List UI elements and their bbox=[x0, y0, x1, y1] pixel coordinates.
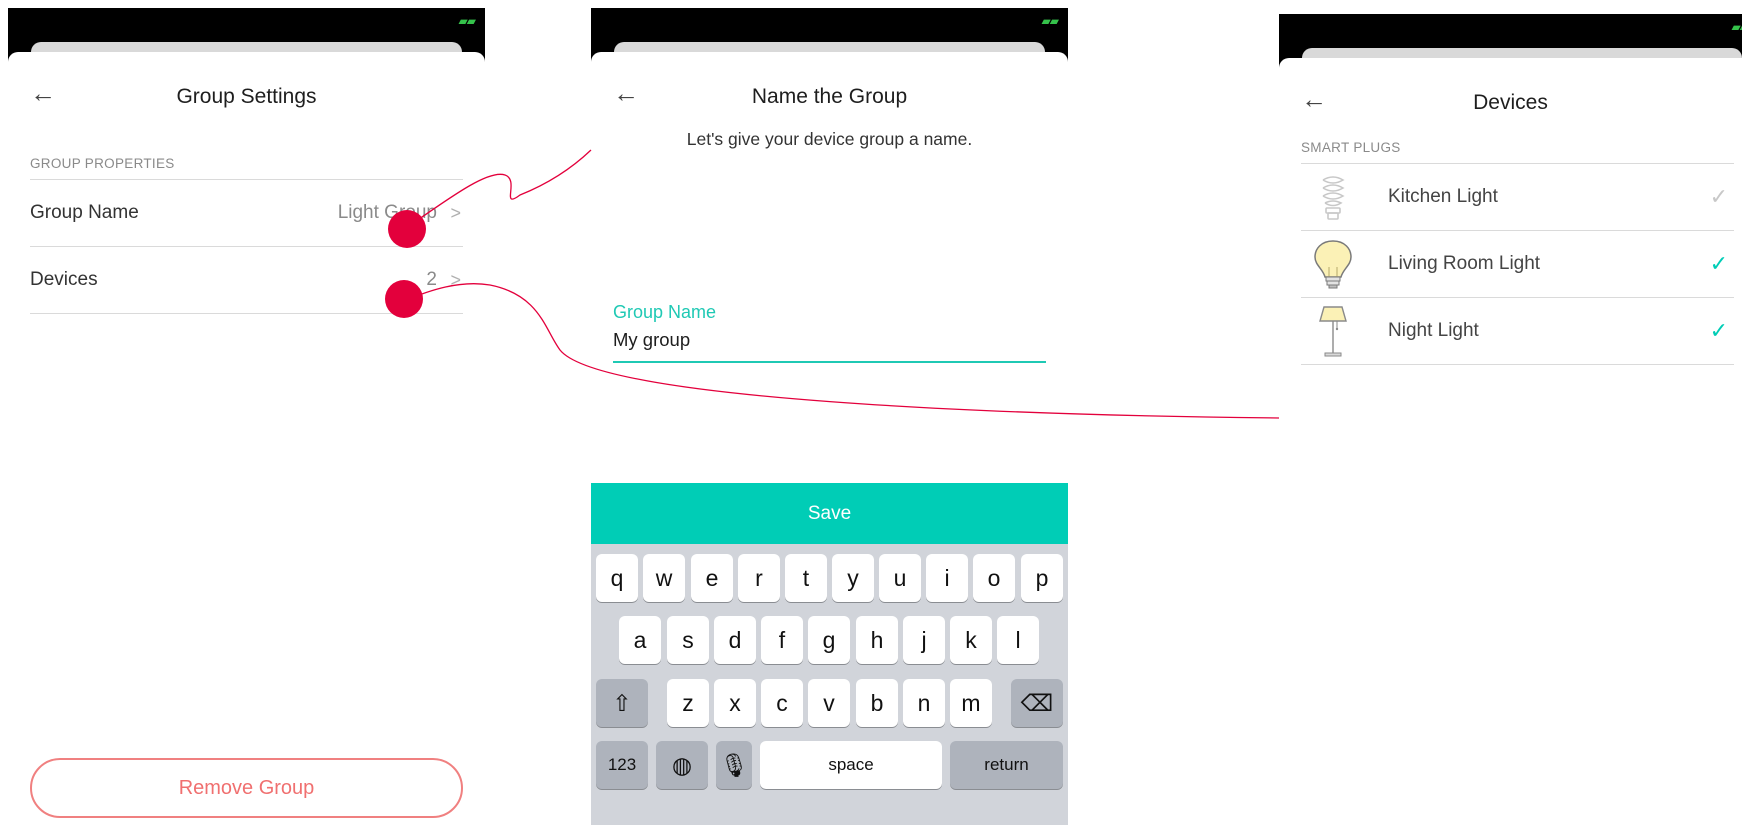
key-b[interactable]: b bbox=[856, 679, 898, 727]
section-header: GROUP PROPERTIES bbox=[30, 156, 175, 171]
key-j[interactable]: j bbox=[903, 616, 945, 664]
key-k[interactable]: k bbox=[950, 616, 992, 664]
key-p[interactable]: p bbox=[1021, 554, 1063, 602]
key-a[interactable]: a bbox=[619, 616, 661, 664]
subtitle: Let's give your device group a name. bbox=[686, 129, 973, 149]
key-w[interactable]: w bbox=[643, 554, 685, 602]
key-m[interactable]: m bbox=[950, 679, 992, 727]
numbers-key[interactable]: 123 bbox=[596, 741, 648, 789]
key-e[interactable]: e bbox=[691, 554, 733, 602]
battery-icon: ▰▰ bbox=[1731, 20, 1742, 34]
page-title: Group Settings bbox=[176, 85, 317, 108]
group-name-input[interactable]: My group bbox=[613, 329, 1046, 351]
keyboard: q w e r t y u i o p a s d f g h j k l ⇧ … bbox=[591, 544, 1068, 825]
battery-icon: ▰▰ bbox=[458, 14, 476, 28]
floor-lamp-icon bbox=[1319, 306, 1347, 357]
key-z[interactable]: z bbox=[667, 679, 709, 727]
checkmark-icon[interactable]: ✓ bbox=[1710, 251, 1728, 277]
key-o[interactable]: o bbox=[973, 554, 1015, 602]
cfl-bulb-icon bbox=[1322, 176, 1345, 220]
device-row-kitchen-light[interactable]: Kitchen Light ✓ bbox=[1301, 164, 1734, 231]
group-name-label: Group Name bbox=[30, 202, 139, 223]
name-group-screen: ▰▰ ← Name the Group Let's give your devi… bbox=[591, 8, 1068, 825]
return-key[interactable]: return bbox=[950, 741, 1063, 789]
device-name: Living Room Light bbox=[1388, 253, 1541, 274]
key-g[interactable]: g bbox=[808, 616, 850, 664]
devices-count: 2 bbox=[426, 269, 437, 290]
chevron-right-icon: > bbox=[450, 202, 461, 223]
key-d[interactable]: d bbox=[714, 616, 756, 664]
device-name: Night Light bbox=[1388, 320, 1479, 341]
storyboard-canvas: ▰▰ ← Group Settings GROUP PROPERTIES Gro… bbox=[0, 0, 1742, 825]
shift-key[interactable]: ⇧ bbox=[596, 679, 648, 727]
header: ← Name the Group bbox=[591, 52, 1068, 132]
key-i[interactable]: i bbox=[926, 554, 968, 602]
lightbulb-icon bbox=[1314, 240, 1352, 289]
key-c[interactable]: c bbox=[761, 679, 803, 727]
microphone-icon[interactable]: 🎙 bbox=[716, 741, 752, 789]
key-f[interactable]: f bbox=[761, 616, 803, 664]
chevron-right-icon: > bbox=[450, 269, 461, 290]
checkmark-icon[interactable]: ✓ bbox=[1710, 184, 1728, 210]
group-settings-sheet: ← Group Settings GROUP PROPERTIES Group … bbox=[8, 52, 485, 825]
devices-label: Devices bbox=[30, 269, 98, 290]
group-settings-screen: ▰▰ ← Group Settings GROUP PROPERTIES Gro… bbox=[8, 8, 485, 825]
header: ← Group Settings bbox=[8, 52, 485, 132]
backspace-key[interactable]: ⌫ bbox=[1011, 679, 1063, 727]
page-title: Devices bbox=[1473, 91, 1548, 114]
devices-screen: ▰▰ ← Devices SMART PLUGS bbox=[1279, 14, 1742, 825]
key-h[interactable]: h bbox=[856, 616, 898, 664]
section-header: SMART PLUGS bbox=[1301, 140, 1401, 155]
space-key[interactable]: space bbox=[760, 741, 942, 789]
key-r[interactable]: r bbox=[738, 554, 780, 602]
device-row-living-room-light[interactable]: Living Room Light ✓ bbox=[1301, 231, 1734, 298]
device-name: Kitchen Light bbox=[1388, 186, 1498, 207]
remove-group-button[interactable]: Remove Group bbox=[30, 758, 463, 818]
header: ← Devices bbox=[1279, 58, 1742, 138]
checkmark-icon[interactable]: ✓ bbox=[1710, 318, 1728, 344]
key-x[interactable]: x bbox=[714, 679, 756, 727]
annotation-marker bbox=[388, 210, 426, 248]
key-u[interactable]: u bbox=[879, 554, 921, 602]
key-s[interactable]: s bbox=[667, 616, 709, 664]
key-l[interactable]: l bbox=[997, 616, 1039, 664]
key-y[interactable]: y bbox=[832, 554, 874, 602]
battery-icon: ▰▰ bbox=[1041, 14, 1059, 28]
device-row-night-light[interactable]: Night Light ✓ bbox=[1301, 298, 1734, 365]
key-n[interactable]: n bbox=[903, 679, 945, 727]
devices-sheet: ← Devices SMART PLUGS Kitchen Light ✓ Li… bbox=[1279, 58, 1742, 825]
page-title: Name the Group bbox=[751, 85, 908, 108]
key-t[interactable]: t bbox=[785, 554, 827, 602]
field-label: Group Name bbox=[613, 302, 717, 322]
annotation-marker bbox=[385, 280, 423, 318]
key-v[interactable]: v bbox=[808, 679, 850, 727]
globe-icon[interactable]: ◍ bbox=[656, 741, 708, 789]
key-q[interactable]: q bbox=[596, 554, 638, 602]
save-button[interactable]: Save bbox=[591, 483, 1068, 544]
group-name-field[interactable]: Group Name My group bbox=[613, 302, 1046, 363]
